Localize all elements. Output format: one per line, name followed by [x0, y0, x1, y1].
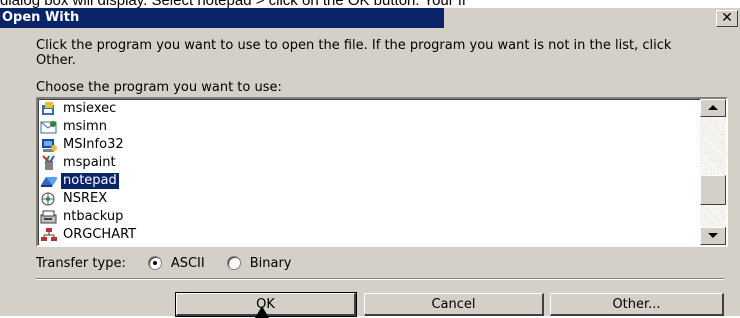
- close-icon: ✕: [721, 10, 733, 26]
- dialog-title: Open With: [2, 10, 80, 25]
- program-listbox[interactable]: msiexec msimn MSInfo32 mspaint notepad N…: [36, 97, 728, 247]
- list-item[interactable]: NSREX: [40, 190, 640, 208]
- nsrex-icon: [40, 191, 58, 207]
- program-label: NSREX: [63, 191, 108, 206]
- program-label: msimn: [63, 119, 107, 134]
- separator: [36, 278, 724, 280]
- transfer-type-row: Transfer type: ASCII Binary: [36, 254, 292, 272]
- list-item[interactable]: ntbackup: [40, 208, 640, 226]
- instruction-caption: dialog box will display. Select notepad …: [0, 0, 740, 8]
- mspaint-icon: [40, 155, 58, 171]
- program-label: ORGCHART: [63, 227, 137, 242]
- arrow-down-icon: [708, 233, 718, 238]
- list-item-selected[interactable]: notepad: [40, 172, 640, 190]
- program-label: msiexec: [63, 101, 117, 116]
- scroll-down-button[interactable]: [700, 227, 726, 245]
- program-list: msiexec msimn MSInfo32 mspaint notepad N…: [40, 100, 640, 244]
- transfer-type-label: Transfer type:: [36, 255, 126, 271]
- scroll-up-button[interactable]: [700, 99, 726, 117]
- binary-label[interactable]: Binary: [250, 256, 292, 271]
- list-item[interactable]: msimn: [40, 118, 640, 136]
- list-item[interactable]: mspaint: [40, 154, 640, 172]
- msinfo32-icon: [40, 137, 58, 153]
- ascii-radio[interactable]: [147, 256, 162, 270]
- msiexec-icon: [40, 101, 58, 117]
- vertical-scrollbar[interactable]: [700, 99, 726, 245]
- notepad-icon: [40, 173, 58, 189]
- ntbackup-icon: [40, 209, 58, 225]
- ascii-label[interactable]: ASCII: [171, 256, 205, 271]
- orgchart-icon: [40, 227, 58, 243]
- binary-radio[interactable]: [226, 256, 241, 270]
- cancel-button[interactable]: Cancel: [364, 293, 544, 316]
- open-with-dialog: Open With ✕ Click the program you want t…: [0, 8, 740, 317]
- list-item[interactable]: MSInfo32: [40, 136, 640, 154]
- arrow-pointer-icon: [255, 306, 269, 318]
- msimn-icon: [40, 119, 58, 135]
- instructions-text: Click the program you want to use to ope…: [36, 38, 672, 68]
- other-button[interactable]: Other...: [550, 293, 724, 316]
- list-item[interactable]: ORGCHART: [40, 226, 640, 244]
- title-bar: Open With ✕: [0, 8, 740, 28]
- choose-program-label: Choose the program you want to use:: [36, 80, 282, 95]
- list-item[interactable]: msiexec: [40, 100, 640, 118]
- program-label: mspaint: [63, 155, 116, 170]
- program-label: ntbackup: [63, 209, 124, 224]
- program-label: notepad: [60, 172, 120, 190]
- close-button[interactable]: ✕: [716, 10, 738, 27]
- scroll-thumb[interactable]: [700, 175, 726, 205]
- program-label: MSInfo32: [63, 137, 124, 152]
- arrow-up-icon: [708, 105, 718, 110]
